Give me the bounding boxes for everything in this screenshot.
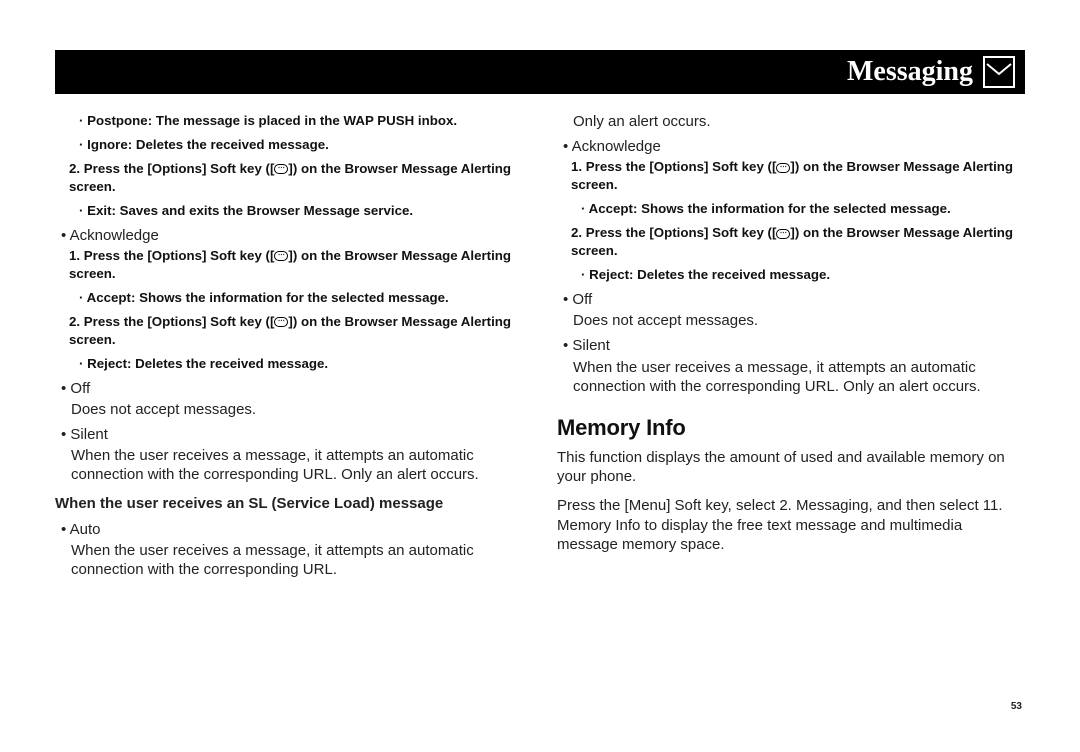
ack-step1-r: 1. Press the [Options] Soft key ([⋯]) on… xyxy=(571,158,1025,194)
bullet-acknowledge: • Acknowledge xyxy=(61,226,523,245)
ack-s2-pre-r: 2. Press the [Options] Soft key ([ xyxy=(571,225,776,240)
step-2-browser: 2. Press the [Options] Soft key ([⋯]) on… xyxy=(69,160,523,196)
sl-heading: When the user receives an SL (Service Lo… xyxy=(55,494,523,513)
memory-info-p2: Press the [Menu] Soft key, select 2. Mes… xyxy=(557,496,1025,554)
silent-body: When the user receives a message, it att… xyxy=(71,446,523,484)
ack-s1-pre: 1. Press the [Options] Soft key ([ xyxy=(69,248,274,263)
bullet-off: • Off xyxy=(61,379,523,398)
header-band: Messaging xyxy=(55,50,1025,94)
note-accept: · Accept: Shows the information for the … xyxy=(79,289,523,307)
softkey-left-icon: ⋯ xyxy=(274,251,288,261)
memory-info-p1: This function displays the amount of use… xyxy=(557,448,1025,486)
ack-step2: 2. Press the [Options] Soft key ([⋯]) on… xyxy=(69,313,523,349)
softkey-right-icon: ⋯ xyxy=(274,164,288,174)
auto-label: • Auto xyxy=(61,521,100,538)
only-alert: Only an alert occurs. xyxy=(573,112,1025,131)
left-column: · Postpone: The message is placed in the… xyxy=(55,112,523,585)
note-reject-r: · Reject: Deletes the received message. xyxy=(581,266,1025,284)
off-label-r: • Off xyxy=(563,291,592,308)
silent-label: • Silent xyxy=(61,426,108,443)
ack-label-r: • Acknowledge xyxy=(563,138,661,155)
manual-page: Messaging · Postpone: The message is pla… xyxy=(0,0,1080,752)
page-number: 53 xyxy=(1011,701,1022,712)
softkey-right-icon: ⋯ xyxy=(776,229,790,239)
bullet-auto: • Auto xyxy=(61,520,523,539)
auto-body: When the user receives a message, it att… xyxy=(71,541,523,579)
off-label: • Off xyxy=(61,380,90,397)
step-2-pre: 2. Press the [Options] Soft key ([ xyxy=(69,161,274,176)
right-column: Only an alert occurs. • Acknowledge 1. P… xyxy=(557,112,1025,585)
note-exit: · Exit: Saves and exits the Browser Mess… xyxy=(79,202,523,220)
softkey-right-icon: ⋯ xyxy=(274,317,288,327)
bullet-off-r: • Off xyxy=(563,290,1025,309)
bullet-silent: • Silent xyxy=(61,425,523,444)
off-body: Does not accept messages. xyxy=(71,400,523,419)
envelope-icon xyxy=(983,56,1015,88)
ack-step2-r: 2. Press the [Options] Soft key ([⋯]) on… xyxy=(571,224,1025,260)
ack-label: • Acknowledge xyxy=(61,227,159,244)
ack-step1: 1. Press the [Options] Soft key ([⋯]) on… xyxy=(69,247,523,283)
content-columns: · Postpone: The message is placed in the… xyxy=(55,112,1025,585)
ack-s1-pre-r: 1. Press the [Options] Soft key ([ xyxy=(571,159,776,174)
note-ignore: · Ignore: Deletes the received message. xyxy=(79,136,523,154)
ack-s2-pre: 2. Press the [Options] Soft key ([ xyxy=(69,314,274,329)
off-body-r: Does not accept messages. xyxy=(573,311,1025,330)
silent-body-r: When the user receives a message, it att… xyxy=(573,358,1025,396)
note-reject: · Reject: Deletes the received message. xyxy=(79,355,523,373)
softkey-left-icon: ⋯ xyxy=(776,163,790,173)
silent-label-r: • Silent xyxy=(563,337,610,354)
memory-info-heading: Memory Info xyxy=(557,414,1025,442)
page-title: Messaging xyxy=(847,56,973,88)
note-postpone: · Postpone: The message is placed in the… xyxy=(79,112,523,130)
bullet-silent-r: • Silent xyxy=(563,336,1025,355)
bullet-acknowledge-r: • Acknowledge xyxy=(563,137,1025,156)
note-accept-r: · Accept: Shows the information for the … xyxy=(581,200,1025,218)
